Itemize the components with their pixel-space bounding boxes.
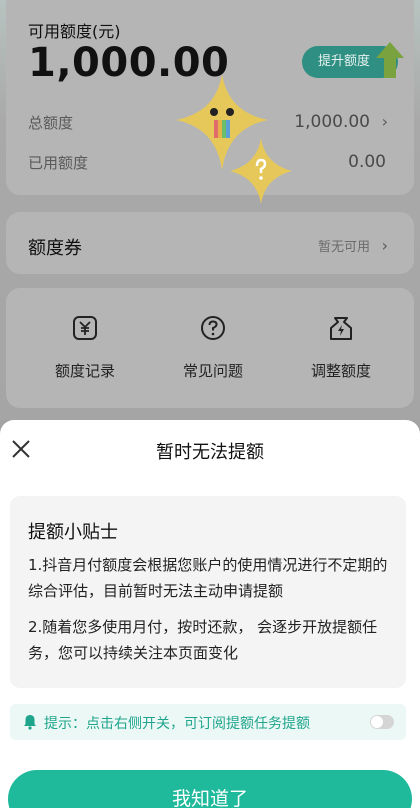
faq-label: 常见问题: [182, 362, 243, 380]
question-circle-icon: [201, 316, 225, 340]
question-star-sticker-icon: [230, 138, 292, 204]
notice-text: 提示：点击右侧开关，可订阅提额任务提额: [44, 716, 310, 732]
adjust-credit-action[interactable]: 调整额度: [286, 314, 396, 381]
coupon-status: 暂无可用: [317, 240, 370, 255]
tip-item: 2.随着您多使用月付，按时还款， 会逐步开放提额任务，您可以持续关注本页面变化: [28, 618, 378, 662]
tip-item: 1.抖音月付额度会根据您账户的使用情况进行不定期的综合评估，目前暂时无法主动申请…: [28, 556, 388, 600]
credit-coupon-card[interactable]: 额度券 暂无可用 ›: [6, 212, 414, 274]
background-page: 可用额度(元) 1,000.00 提升额度 总额度 1,000.00 › 已用额…: [0, 0, 420, 420]
total-credit-value: 1,000.00: [294, 112, 370, 132]
coupon-title: 额度券: [28, 238, 82, 259]
subscribe-notice: 提示：点击右侧开关，可订阅提额任务提额: [10, 704, 406, 740]
chevron-right-icon[interactable]: ›: [382, 112, 388, 131]
chevron-right-icon: ›: [381, 236, 388, 255]
sheet-title: 暂时无法提额: [156, 442, 264, 463]
cannot-raise-credit-sheet: 暂时无法提额 提额小贴士 1.抖音月付额度会根据您账户的使用情况进行不定期的综合…: [0, 420, 420, 808]
credit-record-label: 额度记录: [54, 362, 115, 380]
credit-record-action[interactable]: 额度记录: [30, 314, 140, 381]
available-credit-label: 可用额度(元): [28, 22, 121, 41]
faq-action[interactable]: 常见问题: [158, 314, 268, 381]
used-credit-value: 0.00: [348, 152, 386, 172]
bell-icon: [24, 715, 36, 730]
adjust-credit-label: 调整额度: [310, 362, 371, 380]
confirm-button[interactable]: 我知道了: [8, 770, 412, 808]
total-credit-label: 总额度: [28, 114, 74, 132]
lightning-bag-icon: [330, 317, 352, 340]
up-arrow-icon: [376, 42, 404, 78]
toggle-knob: [371, 716, 383, 728]
used-credit-label: 已用额度: [28, 154, 89, 172]
subscribe-toggle[interactable]: [370, 715, 394, 729]
tips-box: 提额小贴士 1.抖音月付额度会根据您账户的使用情况进行不定期的综合评估，目前暂时…: [10, 496, 406, 688]
tips-title: 提额小贴士: [28, 522, 118, 543]
quick-actions-card: 额度记录 常见问题 调整额度: [6, 288, 414, 408]
yuan-card-icon: [73, 316, 97, 340]
